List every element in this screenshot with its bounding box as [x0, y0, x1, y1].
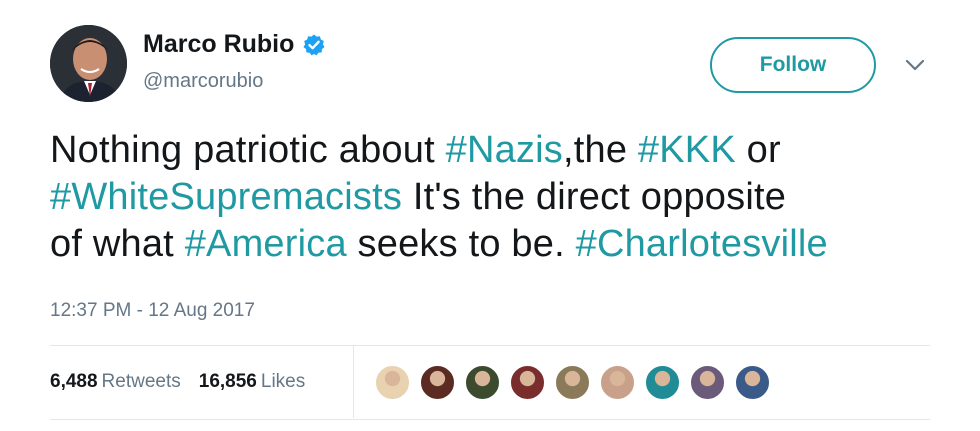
- tweet-text-segment: Nothing patriotic about: [50, 129, 446, 171]
- verified-badge-icon: [303, 34, 325, 55]
- liker-avatar[interactable]: [644, 364, 681, 401]
- liker-avatar[interactable]: [689, 364, 726, 401]
- hashtag-link[interactable]: #WhiteSupremacists: [50, 176, 402, 218]
- avatar-photo: [50, 25, 127, 102]
- liker-avatar[interactable]: [599, 364, 636, 401]
- liker-avatar[interactable]: [464, 364, 501, 401]
- likes-stat[interactable]: 16,856 Likes: [199, 371, 305, 393]
- author-avatar[interactable]: [50, 25, 127, 102]
- engagement-stats: 6,488 Retweets 16,856 Likes: [50, 371, 305, 393]
- author-name[interactable]: Marco Rubio: [143, 30, 294, 59]
- author-handle[interactable]: @marcorubio: [143, 70, 263, 93]
- liker-avatars: [374, 364, 779, 401]
- hashtag-link[interactable]: #America: [185, 223, 347, 265]
- tweet-text-segment: of what: [50, 223, 185, 265]
- retweets-stat[interactable]: 6,488 Retweets: [50, 371, 181, 393]
- author-name-row: Marco Rubio: [143, 30, 326, 59]
- hashtag-link[interactable]: #Nazis: [446, 129, 563, 171]
- follow-button[interactable]: Follow: [710, 37, 876, 93]
- tweet-text-segment: seeks to be.: [346, 223, 576, 265]
- stats-top-divider: [50, 345, 930, 346]
- tweet-text-segment: ,the: [562, 129, 638, 171]
- tweet-line: #WhiteSupremacists It's the direct oppos…: [50, 174, 950, 221]
- liker-avatar[interactable]: [374, 364, 411, 401]
- liker-avatar[interactable]: [509, 364, 546, 401]
- liker-avatar[interactable]: [554, 364, 591, 401]
- hashtag-link[interactable]: #KKK: [638, 129, 736, 171]
- retweets-count: 6,488: [50, 371, 98, 392]
- likes-count: 16,856: [198, 371, 257, 392]
- stats-vertical-divider: [353, 346, 354, 418]
- tweet-line: Nothing patriotic about #Nazis,the #KKK …: [50, 127, 950, 174]
- stats-bottom-divider: [50, 419, 930, 420]
- tweet-timestamp[interactable]: 12:37 PM - 12 Aug 2017: [50, 300, 255, 322]
- tweet-line: of what #America seeks to be. #Charlotes…: [50, 221, 950, 268]
- likes-label: Likes: [260, 371, 306, 392]
- liker-avatar[interactable]: [419, 364, 456, 401]
- tweet-text-segment: It's the direct opposite: [402, 176, 787, 218]
- retweets-label: Retweets: [101, 371, 181, 392]
- liker-avatar[interactable]: [734, 364, 771, 401]
- hashtag-link[interactable]: #Charlotesville: [576, 223, 828, 265]
- tweet-text: Nothing patriotic about #Nazis,the #KKK …: [50, 127, 950, 268]
- chevron-down-icon[interactable]: [904, 57, 926, 73]
- tweet-text-segment: or: [735, 129, 781, 171]
